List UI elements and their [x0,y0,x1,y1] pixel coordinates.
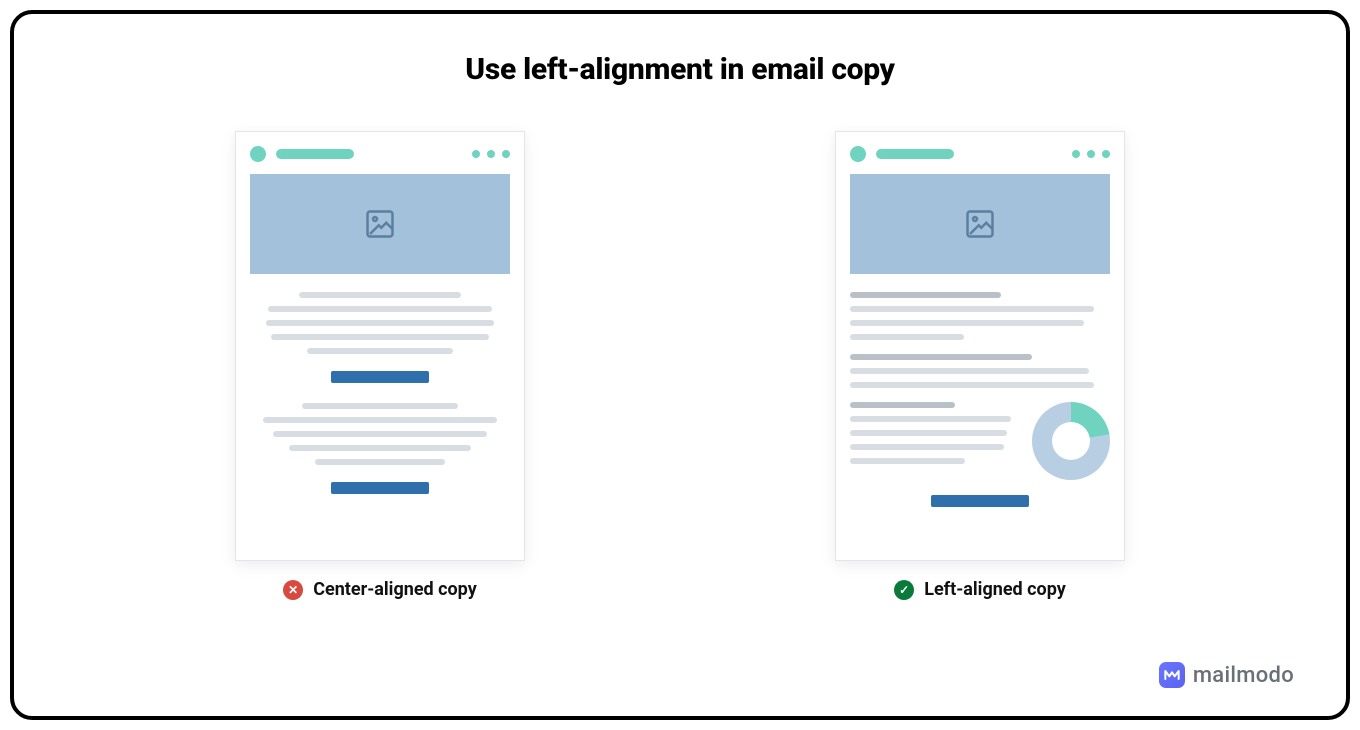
variant-bad: ✕ Center-aligned copy [235,131,525,600]
window-bar [250,146,510,162]
paragraph-placeholder [850,292,1110,340]
error-icon: ✕ [283,580,303,600]
brand-name: mailmodo [1193,663,1294,688]
brand-logo: mailmodo [1159,662,1294,688]
cta-button-placeholder [331,482,429,494]
cta-button-placeholder [931,495,1029,507]
cta-button-placeholder [331,371,429,383]
check-icon: ✓ [894,580,914,600]
window-dot-icon [1102,150,1110,158]
email-mock-center [235,131,525,561]
caption-good: ✓ Left-aligned copy [894,579,1066,600]
window-dot-icon [1072,150,1080,158]
brand-dot-icon [250,146,266,162]
caption-text: Left-aligned copy [924,579,1066,600]
email-mock-left [835,131,1125,561]
window-bar [850,146,1110,162]
diagram-frame: Use left-alignment in email copy [10,10,1350,720]
page-title: Use left-alignment in email copy [74,52,1286,87]
donut-chart-icon [1032,402,1110,480]
window-dot-icon [1087,150,1095,158]
window-dot-icon [472,150,480,158]
window-dot-icon [487,150,495,158]
brand-pill-icon [276,149,354,159]
bottom-row [850,402,1110,480]
caption-bad: ✕ Center-aligned copy [283,579,477,600]
brand-mark-icon [1159,662,1185,688]
image-icon [965,209,995,239]
paragraph-placeholder [250,403,510,465]
caption-text: Center-aligned copy [313,579,477,600]
variant-good: ✓ Left-aligned copy [835,131,1125,600]
hero-image-placeholder [250,174,510,274]
paragraph-placeholder [850,354,1110,388]
paragraph-placeholder [850,402,1014,464]
cards-row: ✕ Center-aligned copy [74,131,1286,600]
image-icon [365,209,395,239]
brand-dot-icon [850,146,866,162]
hero-image-placeholder [850,174,1110,274]
window-dot-icon [502,150,510,158]
brand-pill-icon [876,149,954,159]
paragraph-placeholder [250,292,510,354]
